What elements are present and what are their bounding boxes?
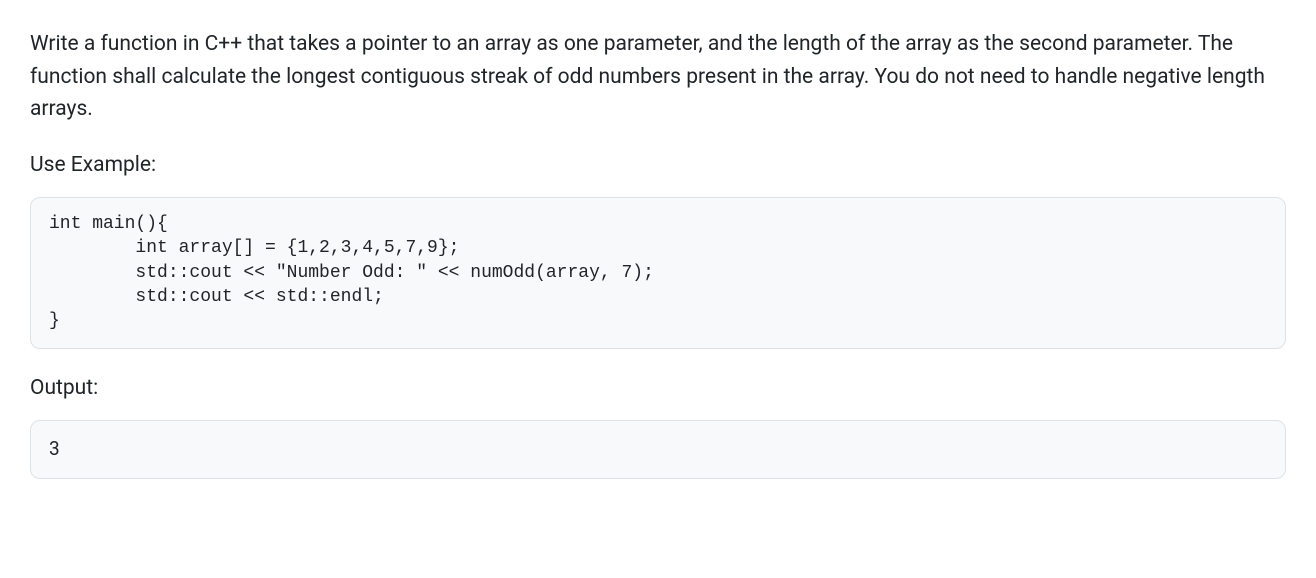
code-example-block: int main(){ int array[] = {1,2,3,4,5,7,9… [30,197,1286,348]
output-block: 3 [30,420,1286,479]
output-heading: Output: [30,373,1286,405]
use-example-heading: Use Example: [30,150,1286,182]
problem-description: Write a function in C++ that takes a poi… [30,28,1286,126]
